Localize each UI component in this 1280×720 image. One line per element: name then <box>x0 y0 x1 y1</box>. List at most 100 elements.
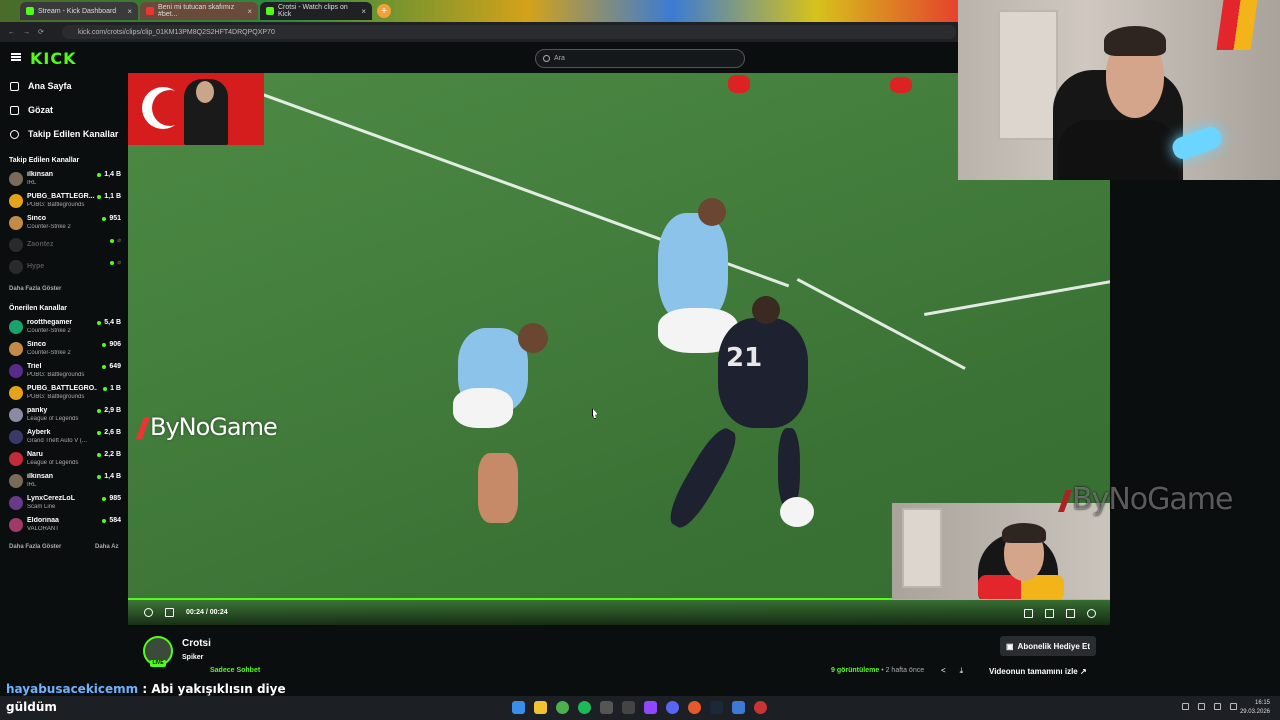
sidebar-channel-item[interactable]: Zaontez ⌀ <box>9 236 121 256</box>
channel-game: Counter-Strike 2 <box>27 328 71 334</box>
share-icon[interactable]: < <box>941 666 946 676</box>
menu-icon[interactable] <box>11 53 21 61</box>
app-icon[interactable] <box>600 701 613 714</box>
player-boot <box>728 75 750 93</box>
volume-icon[interactable] <box>1230 703 1237 710</box>
mic-icon[interactable] <box>1198 703 1205 710</box>
channel-game: League of Legends <box>27 460 79 466</box>
new-tab-button[interactable]: + <box>377 4 391 18</box>
flag-overlay <box>128 73 264 145</box>
chevron-up-icon[interactable] <box>1182 703 1189 710</box>
volume-icon[interactable] <box>165 608 174 617</box>
search-input[interactable]: Ara <box>535 49 745 68</box>
streamer-webcam <box>958 0 1280 180</box>
player-shorts <box>453 388 513 428</box>
close-icon[interactable]: × <box>361 7 366 16</box>
kick-favicon-icon <box>26 7 34 15</box>
viewer-count: 1,1 B <box>97 193 121 200</box>
watch-full-video-link[interactable]: Videonun tamamını izle ↗ <box>989 667 1087 676</box>
channel-name: Sinco <box>27 215 47 222</box>
close-icon[interactable]: × <box>247 7 252 16</box>
replay-icon[interactable] <box>144 608 153 617</box>
door <box>998 10 1058 140</box>
show-less-recommended[interactable]: Daha Az <box>95 544 118 550</box>
download-icon[interactable]: ⤓ <box>960 666 964 676</box>
steam-icon[interactable] <box>710 701 723 714</box>
browser-tab[interactable]: Stream - Kick Dashboard × <box>20 2 138 20</box>
twitch-icon[interactable] <box>644 701 657 714</box>
site-header <box>0 42 960 74</box>
app-icon[interactable] <box>754 701 767 714</box>
bynogame-logo-icon <box>135 417 151 439</box>
taskbar-apps <box>512 701 767 714</box>
youtube-favicon-icon <box>146 7 154 15</box>
show-more-recommended[interactable]: Daha Fazla Göster <box>9 544 61 550</box>
streamer-hair <box>1002 523 1046 543</box>
sidebar-channel-item[interactable]: Triel PUBG: Battlegrounds 649 <box>9 362 121 382</box>
viewer-count: 906 <box>102 341 121 348</box>
sidebar-channel-item[interactable]: LynxCerezLoL Scam Line 985 <box>9 494 121 514</box>
chrome-icon[interactable] <box>556 701 569 714</box>
sidebar-channel-item[interactable]: ilkinsan IRL 1,4 B <box>9 170 121 190</box>
pitch-line <box>924 280 1110 316</box>
file-explorer-icon[interactable] <box>534 701 547 714</box>
sidebar-channel-item[interactable]: ilkinsan IRL 1,4 B <box>9 472 121 492</box>
windows-start-icon[interactable] <box>512 701 525 714</box>
channel-game: PUBG: Battlegrounds <box>27 394 85 400</box>
right-panel <box>1110 180 1280 695</box>
theater-mode-icon[interactable] <box>1024 609 1033 618</box>
spotify-icon[interactable] <box>578 701 591 714</box>
search-icon <box>543 55 550 62</box>
browser-tab[interactable]: Beni mi tutucan skafımız #bet... × <box>140 2 258 20</box>
door <box>902 508 942 588</box>
gift-icon: ▣ <box>1005 641 1014 651</box>
sidebar-channel-item[interactable]: rootthegamer Counter-Strike 2 5,4 B <box>9 318 121 338</box>
url-input[interactable]: kick.com/crotsi/clips/clip_01KM13PM8Q2S2… <box>62 25 956 39</box>
sidebar-channel-item[interactable]: Sinco Counter-Strike 2 906 <box>9 340 121 360</box>
network-icon[interactable] <box>1214 703 1221 710</box>
kick-logo[interactable]: KICK <box>30 49 77 68</box>
back-icon[interactable]: ← <box>8 29 15 36</box>
kick-favicon-icon <box>266 7 274 15</box>
football <box>780 497 814 527</box>
external-link-icon: ↗ <box>1080 667 1087 676</box>
team-flag <box>1216 0 1258 50</box>
sidebar-channel-item[interactable]: panky League of Legends 2,9 B <box>9 406 121 426</box>
app-icon[interactable] <box>622 701 635 714</box>
sidebar-channel-item[interactable]: PUBG_BATTLEGRO... PUBG: Battlegrounds 1 B <box>9 384 121 404</box>
sidebar-channel-item[interactable]: Sinco Counter-Strike 2 951 <box>9 214 121 234</box>
time-display: 00:24 / 00:24 <box>186 609 228 616</box>
gift-subscription-button[interactable]: ▣ Abonelik Hediye Et <box>1000 636 1096 656</box>
address-bar: ← → ⟳ kick.com/crotsi/clips/clip_01KM13P… <box>0 22 960 42</box>
forward-icon[interactable]: → <box>23 29 30 36</box>
pitch-line <box>796 278 966 370</box>
channel-avatar <box>9 408 23 422</box>
streamer-hair <box>1104 26 1166 56</box>
nav-browse[interactable]: Gözat <box>10 105 53 115</box>
nav-following[interactable]: Takip Edilen Kanallar <box>10 129 118 139</box>
sidebar-channel-item[interactable]: PUBG_BATTLEGR... PUBG: Battlegrounds 1,1 B <box>9 192 121 212</box>
clip-actions: < ⤓ <box>941 666 963 676</box>
sidebar-channel-item[interactable]: Naru League of Legends 2,2 B <box>9 450 121 470</box>
sidebar-channel-item[interactable]: Hype ⌀ <box>9 258 121 278</box>
browser-tab-active[interactable]: Crotsi - Watch clips on Kick × <box>260 2 372 20</box>
show-more-followed[interactable]: Daha Fazla Göster <box>9 286 61 292</box>
sidebar-channel-item[interactable]: Eldorinaa VALORANT 584 <box>9 516 121 536</box>
channel-avatar <box>9 474 23 488</box>
sidebar-channel-item[interactable]: Ayberk Grand Theft Auto V (... 2,6 B <box>9 428 121 448</box>
nav-home[interactable]: Ana Sayfa <box>10 81 72 91</box>
reload-icon[interactable]: ⟳ <box>38 28 44 36</box>
channel-name[interactable]: Crotsi <box>182 638 211 649</box>
app-icon[interactable] <box>732 701 745 714</box>
settings-icon[interactable] <box>1087 609 1096 618</box>
pip-icon[interactable] <box>1045 609 1054 618</box>
system-clock[interactable]: 16:15 29.03.2026 <box>1240 699 1270 717</box>
discord-icon[interactable] <box>666 701 679 714</box>
channel-avatar <box>9 386 23 400</box>
jersey-number: 21 <box>726 343 763 373</box>
fullscreen-icon[interactable] <box>1066 609 1075 618</box>
stream-category[interactable]: Sadece Sohbet <box>210 667 260 674</box>
app-icon[interactable] <box>688 701 701 714</box>
close-icon[interactable]: × <box>127 7 132 16</box>
channel-avatar <box>9 518 23 532</box>
